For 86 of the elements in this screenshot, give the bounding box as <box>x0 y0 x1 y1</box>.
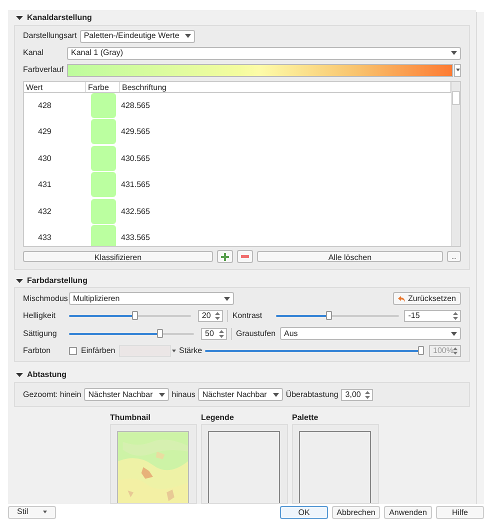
preview-title: Legende <box>201 412 235 424</box>
table-cell: 430.565 <box>120 152 150 165</box>
preview-title: Thumbnail <box>110 412 152 424</box>
field-label: Darstellungsart <box>23 30 77 42</box>
caret-icon <box>224 296 230 301</box>
column-header[interactable]: Wert <box>24 82 86 92</box>
table-cell-text: 428 <box>37 100 52 112</box>
table-cell-text: 432 <box>37 206 52 218</box>
caret-icon <box>43 510 47 514</box>
undo-icon <box>398 296 405 302</box>
dialog-button[interactable]: Anwenden <box>384 506 432 518</box>
style-dropdown[interactable]: Stil <box>8 506 56 518</box>
field-label: Kontrast <box>232 310 264 322</box>
spin-box[interactable]: 50 <box>201 328 227 340</box>
slider-handle[interactable] <box>157 328 164 338</box>
spin-arrows-icon[interactable] <box>219 330 224 338</box>
spin-box[interactable]: 20 <box>198 310 224 322</box>
add-button[interactable] <box>217 250 233 264</box>
color-swatch[interactable] <box>90 146 116 171</box>
blend-mode-dropdown[interactable]: Multiplizieren <box>69 292 234 306</box>
delete-all-button[interactable]: Alle löschen <box>257 251 443 262</box>
spin-box[interactable]: -15 <box>404 310 461 322</box>
dialog-button[interactable]: OK <box>280 506 328 518</box>
zoomed-in-dropdown[interactable]: Nächster Nachbar <box>84 388 169 402</box>
field-label: Gezoomt: hinein <box>23 388 82 401</box>
collapse-icon[interactable] <box>16 278 23 284</box>
color-swatch[interactable] <box>90 172 116 198</box>
table-cell-text: 430 <box>37 152 52 165</box>
scrollbar[interactable] <box>476 12 484 504</box>
field-label: hinaus <box>172 388 196 401</box>
scrollbar[interactable] <box>451 82 460 246</box>
field-label: Mischmodus <box>23 292 69 305</box>
field-label: Sättigung <box>23 328 58 340</box>
table-cell-text: 431 <box>37 179 52 192</box>
dialog-button[interactable]: Hilfe <box>436 506 484 518</box>
zoomed-out-dropdown[interactable]: Nächster Nachbar <box>198 388 283 402</box>
caret-icon <box>451 51 457 56</box>
color-swatch[interactable] <box>90 119 116 144</box>
table-cell: 428.565 <box>120 100 150 112</box>
caret-icon <box>456 68 460 72</box>
dialog-button[interactable]: Abbrechen <box>332 506 380 518</box>
slider-handle[interactable] <box>132 311 138 320</box>
colorize-checkbox[interactable] <box>69 347 77 356</box>
caret-icon <box>185 34 192 38</box>
field-label: Farbton <box>23 345 52 358</box>
field-label: Helligkeit <box>23 310 56 322</box>
color-swatch[interactable] <box>90 225 116 246</box>
section-title: Abtastung <box>27 369 67 382</box>
section-title: Kanaldarstellung <box>27 12 92 24</box>
section-title: Farbdarstellung <box>27 274 88 287</box>
table-cell: 431.565 <box>120 179 150 192</box>
field-label: Überabtastung <box>286 388 338 401</box>
slider-handle[interactable] <box>326 311 332 320</box>
field-label: Farbverlauf <box>23 64 64 76</box>
table-cell: 429.565 <box>120 126 150 138</box>
plus-icon <box>221 252 229 261</box>
table-cell-text: 429 <box>37 126 52 138</box>
field-label: Stärke <box>179 345 202 358</box>
preview-title: Palette <box>292 412 320 424</box>
caret-icon <box>451 332 457 336</box>
render-type-dropdown[interactable]: Paletten-/Eindeutige Werte <box>80 30 196 43</box>
spin-arrows-icon[interactable] <box>365 390 370 399</box>
reset-button[interactable]: Zurücksetzen <box>392 292 461 306</box>
table-cell: 432.565 <box>120 206 150 218</box>
color-swatch[interactable] <box>90 198 116 224</box>
classify-button[interactable]: Klassifizieren <box>23 251 213 262</box>
field-label: Graustufen <box>236 328 277 340</box>
checkbox-label: Einfärben <box>81 345 116 358</box>
ramp-dropdown-button[interactable] <box>454 64 461 77</box>
minus-icon <box>241 255 249 258</box>
color-ramp[interactable] <box>67 64 453 77</box>
color-swatch[interactable] <box>90 92 116 118</box>
collapse-icon[interactable] <box>16 14 23 21</box>
table-cell: 433.565 <box>120 232 150 244</box>
field-label: Kanal <box>23 47 44 60</box>
spin-arrows-icon[interactable] <box>452 312 458 320</box>
remove-button[interactable] <box>237 250 253 264</box>
column-header[interactable]: Farbe <box>86 82 120 92</box>
collapse-icon[interactable] <box>16 372 23 378</box>
table-cell-text: 433 <box>37 232 52 244</box>
spin-box[interactable]: 3,00 <box>341 388 374 401</box>
band-dropdown[interactable]: Kanal 1 (Gray) <box>67 46 461 60</box>
caret-icon <box>158 392 165 397</box>
grayscale-dropdown[interactable]: Aus <box>280 327 461 340</box>
spin-arrows-icon[interactable] <box>215 312 220 320</box>
caret-icon <box>272 392 279 397</box>
